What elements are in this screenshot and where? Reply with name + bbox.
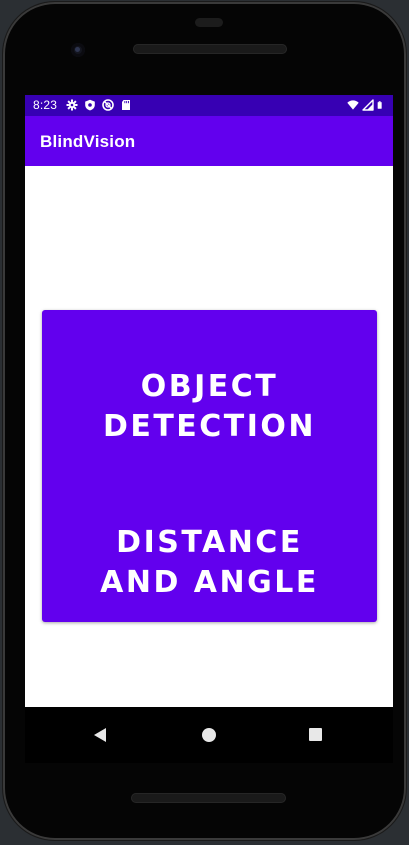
main-content: OBJECT DETECTION DISTANCE AND ANGLE — [25, 166, 393, 707]
distance-and-angle-button[interactable]: DISTANCE AND ANGLE — [42, 462, 377, 622]
home-icon[interactable] — [202, 728, 216, 742]
status-notification-icons — [66, 99, 132, 111]
cell-signal-icon — [362, 99, 374, 111]
status-bar: 8:23 — [25, 95, 393, 116]
back-icon[interactable] — [94, 728, 106, 742]
wifi-icon — [347, 100, 359, 110]
top-sensor — [195, 18, 223, 27]
emulator-background: 8:23 BlindVision OBJECT DETECTION DISTAN… — [0, 0, 409, 845]
app-title: BlindVision — [40, 132, 136, 151]
feature-panel: OBJECT DETECTION DISTANCE AND ANGLE — [42, 310, 377, 622]
status-time: 8:23 — [33, 98, 58, 112]
system-navigation-bar — [25, 707, 393, 763]
front-camera-icon — [71, 43, 85, 57]
battery-icon — [377, 101, 382, 109]
device-screen: 8:23 BlindVision OBJECT DETECTION DISTAN… — [25, 95, 393, 763]
bottom-speaker-grill — [131, 793, 286, 803]
sd-card-icon — [122, 100, 130, 110]
phone-frame: 8:23 BlindVision OBJECT DETECTION DISTAN… — [3, 2, 406, 840]
status-system-icons — [347, 99, 385, 111]
settings-gear-icon — [66, 99, 78, 111]
recents-icon[interactable] — [309, 728, 322, 741]
shield-icon — [85, 99, 95, 111]
object-detection-button[interactable]: OBJECT DETECTION — [42, 310, 377, 460]
do-not-disturb-icon — [102, 99, 114, 111]
app-toolbar: BlindVision — [25, 116, 393, 166]
top-speaker-grill — [133, 44, 287, 54]
